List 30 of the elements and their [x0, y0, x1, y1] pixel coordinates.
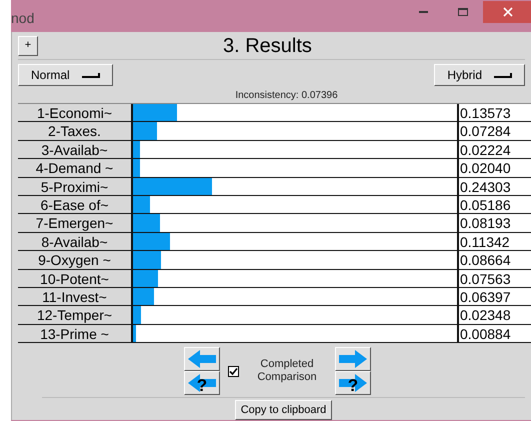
inconsistency-text: Inconsistency: 0.07396 [235, 91, 338, 103]
left-arrow-icon [188, 350, 216, 368]
window-title: nod [11, 8, 36, 28]
right-arrow-icon [339, 350, 367, 368]
weight-value: 0.08193 [457, 214, 531, 232]
weight-value: 0.11342 [457, 232, 531, 250]
weight-value: 0.08664 [457, 251, 531, 269]
weight-value: 0.02040 [457, 159, 531, 177]
weight-value: 0.13573 [457, 104, 531, 122]
page-heading: 3. Results [223, 34, 312, 58]
completed-label: Completed Comparison [256, 358, 318, 384]
hybrid-dropdown[interactable]: Hybrid [434, 64, 525, 86]
weight-value: 0.02348 [457, 306, 531, 324]
weight-value: 0.07284 [457, 122, 531, 140]
weight-value: 0.00884 [457, 324, 531, 342]
close-button[interactable] [483, 1, 531, 23]
completed-checkbox[interactable] [228, 366, 239, 377]
weight-value: 0.05186 [457, 196, 531, 214]
previous-button[interactable] [184, 347, 220, 372]
weight-value: 0.02224 [457, 140, 531, 158]
weight-value: 0.24303 [457, 178, 531, 195]
expand-button[interactable]: + [18, 36, 38, 56]
weight-value: 0.07563 [457, 270, 531, 287]
close-icon [503, 7, 513, 17]
next-button[interactable] [335, 347, 371, 372]
menu-indicator-icon [82, 72, 100, 78]
normal-dropdown[interactable]: Normal [18, 64, 113, 86]
copy-button[interactable]: Copy to clipboard [234, 400, 332, 420]
weight-value: 0.06397 [457, 288, 531, 306]
menu-indicator-icon [494, 72, 512, 78]
